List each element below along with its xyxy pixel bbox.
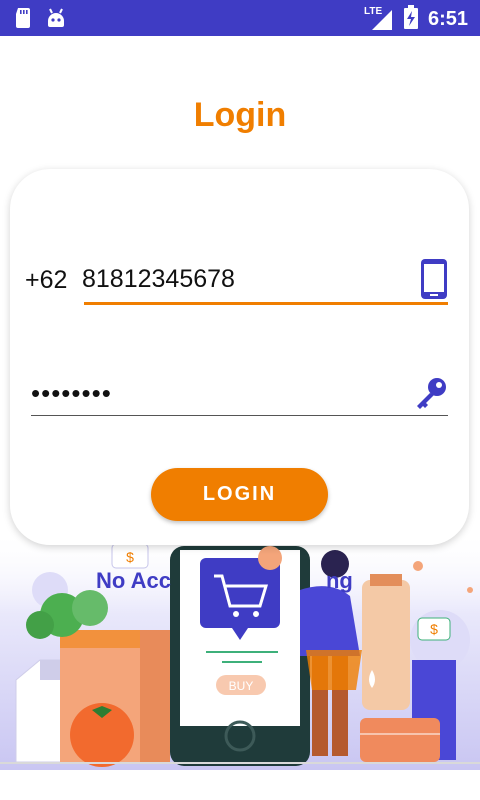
- bottom-divider: [0, 762, 480, 764]
- status-bar: LTE 6:51: [0, 0, 480, 36]
- battery-charging-icon: [403, 5, 418, 34]
- password-input-underline: [31, 415, 448, 416]
- no-account-text: No Acc ng: [96, 568, 353, 593]
- signal-icon: LTE: [363, 5, 394, 32]
- network-type-label: LTE: [363, 5, 383, 17]
- key-icon[interactable]: [414, 376, 448, 415]
- android-icon: [46, 7, 66, 34]
- svg-text:$: $: [126, 549, 134, 565]
- login-button[interactable]: LOGIN: [151, 468, 328, 521]
- page-title: Login: [193, 96, 287, 134]
- phone-number-input[interactable]: [82, 259, 400, 299]
- country-code-prefix: +62: [25, 266, 68, 294]
- phone-input-underline: [84, 302, 448, 305]
- login-card: +62 LOGIN: [10, 169, 469, 545]
- smartphone-icon[interactable]: [420, 258, 448, 305]
- shopping-illustration: $ BUY $: [0, 530, 480, 770]
- svg-text:$: $: [430, 621, 438, 637]
- buy-label: BUY: [229, 679, 254, 693]
- sd-card-icon: [14, 7, 32, 34]
- password-input[interactable]: [31, 373, 401, 413]
- clock-time: 6:51: [427, 8, 468, 30]
